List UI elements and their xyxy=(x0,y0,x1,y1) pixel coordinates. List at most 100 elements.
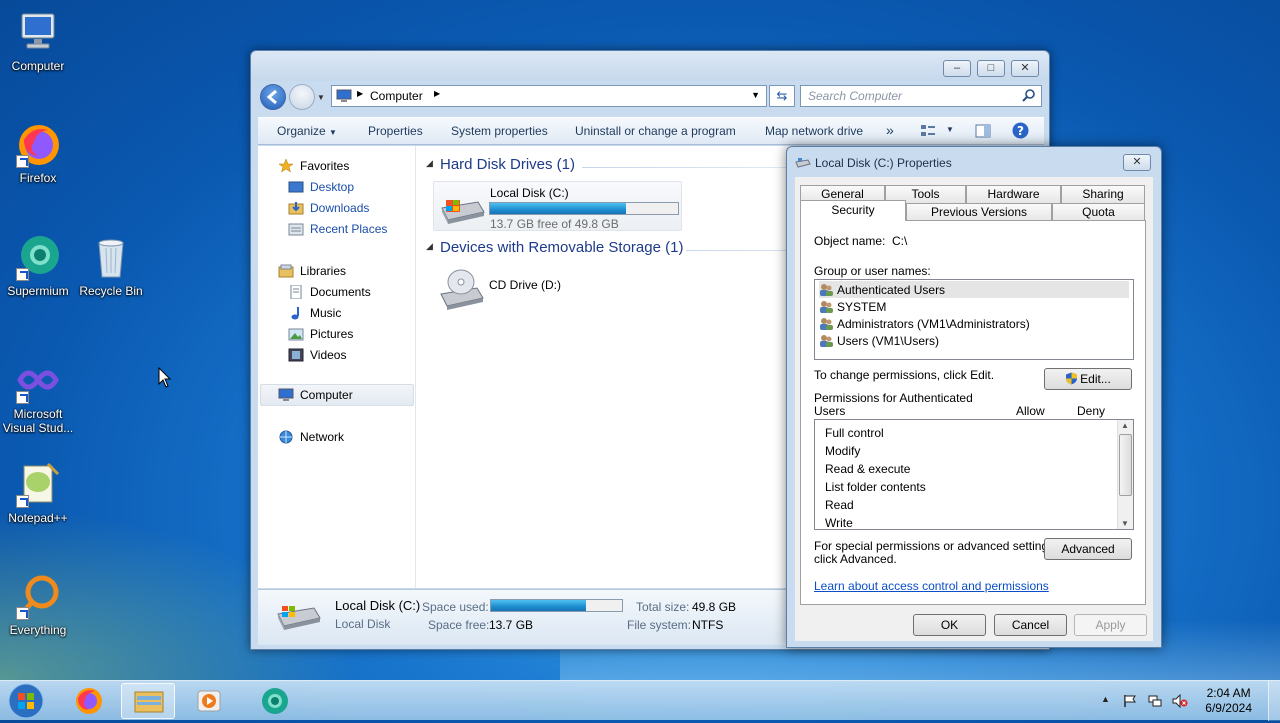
maximize-button[interactable]: □ xyxy=(977,60,1005,77)
search-box[interactable]: Search Computer xyxy=(800,85,1042,107)
tab-quota[interactable]: Quota xyxy=(1052,203,1145,221)
search-input[interactable]: Search Computer xyxy=(808,89,902,103)
nav-documents[interactable]: Documents xyxy=(288,284,371,300)
desktop-icon-visual-studio[interactable]: Microsoft Visual Stud... xyxy=(0,356,76,435)
network-tray-icon[interactable] xyxy=(1148,694,1162,708)
show-desktop-button[interactable] xyxy=(1268,681,1280,721)
user-row-users[interactable]: Users (VM1\Users) xyxy=(819,332,939,349)
address-dropdown-icon[interactable]: ▼ xyxy=(751,90,760,100)
desktop-icon-label: Firefox xyxy=(19,171,57,185)
permissions-list[interactable]: Full control Modify Read & execute List … xyxy=(814,419,1134,530)
desktop-icon-computer[interactable]: Computer xyxy=(0,8,76,73)
dialog-close-button[interactable]: ✕ xyxy=(1123,154,1151,171)
more-commands-button[interactable]: » xyxy=(886,122,894,138)
taskbar-media-player[interactable] xyxy=(182,683,236,719)
nav-pictures[interactable]: Pictures xyxy=(288,327,353,341)
nav-music[interactable]: Music xyxy=(288,306,341,320)
taskbar: ▲ 2:04 AM 6/9/2024 xyxy=(0,680,1280,721)
scroll-down-icon[interactable]: ▼ xyxy=(1121,519,1129,528)
start-button[interactable] xyxy=(6,682,46,720)
nav-desktop[interactable]: Desktop xyxy=(288,180,354,194)
close-button[interactable]: ✕ xyxy=(1011,60,1039,77)
nav-network[interactable]: Network xyxy=(278,430,344,444)
desktop-icon-label: Computer xyxy=(11,59,65,73)
back-button[interactable] xyxy=(260,84,286,110)
user-name: Users (VM1\Users) xyxy=(837,333,940,348)
breadcrumb-chevron-icon[interactable]: ▶ xyxy=(434,89,440,98)
command-bar: Organize ▼ Properties System properties … xyxy=(258,117,1044,145)
tab-sharing[interactable]: Sharing xyxy=(1061,185,1145,203)
taskbar-supermium[interactable] xyxy=(248,683,302,719)
properties-button[interactable]: Properties xyxy=(368,124,423,138)
recent-pages-dropdown[interactable]: ▼ xyxy=(317,93,325,102)
nav-downloads[interactable]: Downloads xyxy=(288,201,369,215)
desktop-icon-supermium[interactable]: Supermium xyxy=(0,233,76,298)
group-hard-disk-drives[interactable]: Hard Disk Drives (1) xyxy=(440,156,575,173)
group-removable-storage[interactable]: Devices with Removable Storage (1) xyxy=(440,239,683,256)
user-list[interactable]: Authenticated Users SYSTEM Administrator… xyxy=(814,279,1134,360)
notepadpp-icon xyxy=(14,460,62,508)
desktop-icon-firefox[interactable]: Firefox xyxy=(0,120,76,185)
shortcut-arrow-icon xyxy=(16,495,29,508)
ok-button[interactable]: OK xyxy=(913,614,986,636)
scrollbar-thumb[interactable] xyxy=(1119,434,1132,496)
nav-libraries[interactable]: Libraries xyxy=(278,264,346,278)
shortcut-arrow-icon xyxy=(16,607,29,620)
advanced-button[interactable]: Advanced xyxy=(1044,538,1132,560)
collapse-group-icon[interactable]: ◢ xyxy=(426,158,433,169)
taskbar-firefox[interactable] xyxy=(62,683,116,719)
organize-button[interactable]: Organize ▼ xyxy=(277,124,337,138)
breadcrumb-computer[interactable]: Computer xyxy=(370,89,423,103)
tab-security[interactable]: Security xyxy=(800,200,906,221)
nav-videos[interactable]: Videos xyxy=(288,348,346,362)
volume-muted-icon[interactable] xyxy=(1172,693,1188,709)
help-icon[interactable]: ? xyxy=(1012,122,1029,142)
show-hidden-icons-icon[interactable]: ▲ xyxy=(1101,694,1110,704)
drive-d-tile[interactable]: CD Drive (D:) xyxy=(433,264,682,314)
refresh-button[interactable]: ⇆ xyxy=(769,85,795,107)
cancel-button[interactable]: Cancel xyxy=(994,614,1067,636)
properties-dialog[interactable]: Local Disk (C:) Properties ✕ General Too… xyxy=(786,146,1162,648)
user-row-administrators[interactable]: Administrators (VM1\Administrators) xyxy=(819,315,1030,332)
tab-previous-versions[interactable]: Previous Versions xyxy=(906,203,1052,221)
map-network-drive-button[interactable]: Map network drive xyxy=(765,124,863,138)
forward-button[interactable] xyxy=(289,84,315,110)
nav-recent-places[interactable]: Recent Places xyxy=(288,222,387,236)
computer-icon xyxy=(14,8,62,56)
drive-c-tile[interactable]: Local Disk (C:) 13.7 GB free of 49.8 GB xyxy=(433,181,682,231)
uninstall-program-button[interactable]: Uninstall or change a program xyxy=(575,124,736,138)
system-clock[interactable]: 2:04 AM 6/9/2024 xyxy=(1205,686,1252,716)
cd-drive-icon xyxy=(437,268,485,313)
desktop-icon-everything[interactable]: Everything xyxy=(0,572,76,637)
tab-hardware[interactable]: Hardware xyxy=(966,185,1061,203)
nav-favorites[interactable]: Favorites xyxy=(278,158,349,173)
permissions-scrollbar[interactable]: ▲ ▼ xyxy=(1117,420,1133,529)
users-group-icon xyxy=(819,283,833,297)
minimize-button[interactable]: – xyxy=(943,60,971,77)
chevron-down-icon: ▼ xyxy=(329,128,337,137)
desktop-icon-label: Microsoft Visual Stud... xyxy=(2,407,74,435)
taskbar-explorer[interactable] xyxy=(121,683,175,719)
action-center-flag-icon[interactable] xyxy=(1123,694,1137,708)
preview-pane-icon[interactable] xyxy=(975,123,991,142)
drive-small-icon xyxy=(795,156,811,173)
explorer-titlebar[interactable]: – □ ✕ xyxy=(251,51,1049,81)
user-row-system[interactable]: SYSTEM xyxy=(819,298,886,315)
edit-button[interactable]: Edit... xyxy=(1044,368,1132,390)
desktop-icon-recycle-bin[interactable]: Recycle Bin xyxy=(73,233,149,298)
supermium-icon xyxy=(262,688,288,714)
details-file-system-value: NTFS xyxy=(692,618,724,632)
desktop-icon-label: Supermium xyxy=(7,284,69,298)
learn-access-control-link[interactable]: Learn about access control and permissio… xyxy=(814,579,1049,593)
scroll-up-icon[interactable]: ▲ xyxy=(1121,421,1129,430)
nav-computer[interactable]: Computer xyxy=(278,388,353,402)
user-row-authenticated[interactable]: Authenticated Users xyxy=(819,281,1129,298)
change-view-icon[interactable] xyxy=(920,123,936,142)
system-properties-button[interactable]: System properties xyxy=(451,124,548,138)
collapse-group-icon[interactable]: ◢ xyxy=(426,241,433,252)
apply-button[interactable]: Apply xyxy=(1074,614,1147,636)
view-dropdown-icon[interactable]: ▼ xyxy=(946,125,954,134)
details-total-size-value: 49.8 GB xyxy=(692,600,737,614)
address-bar[interactable]: ▶ Computer ▶ ▼ xyxy=(331,85,767,107)
desktop-icon-notepadpp[interactable]: Notepad++ xyxy=(0,460,76,525)
